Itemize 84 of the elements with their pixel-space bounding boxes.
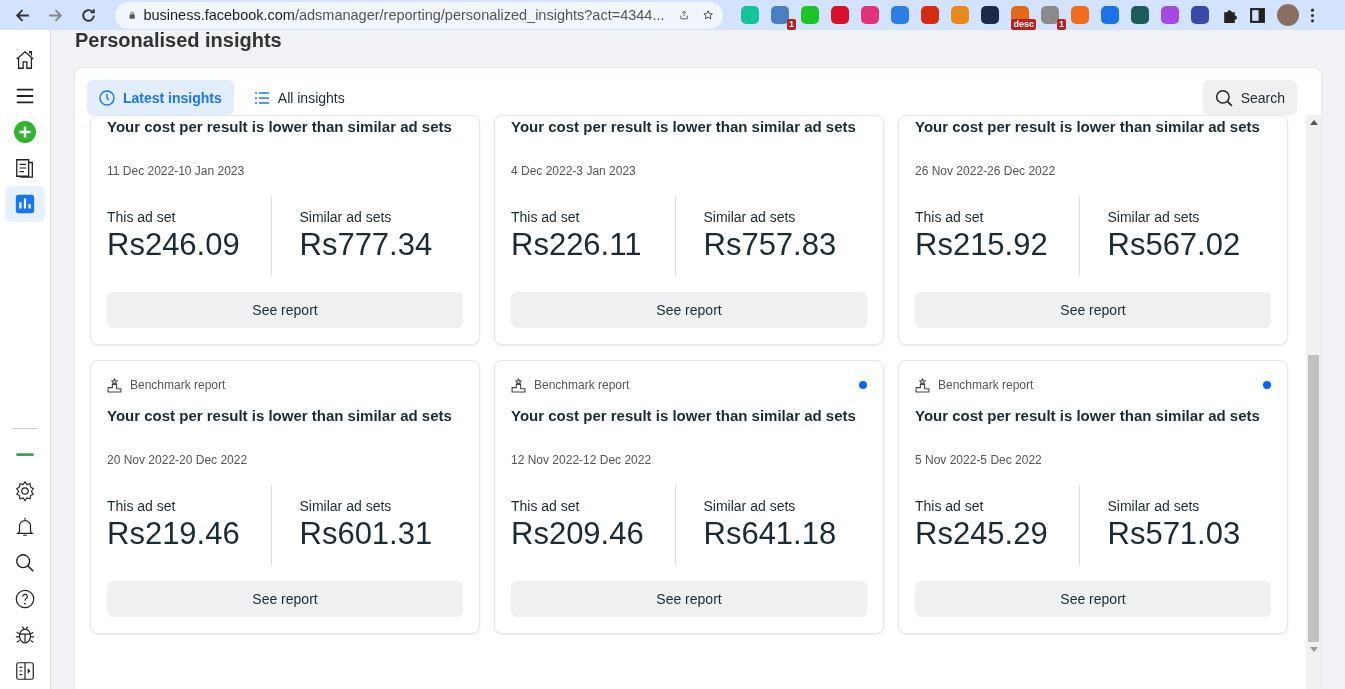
more-icon[interactable] (1310, 6, 1315, 24)
podium-icon (107, 377, 122, 393)
bell-icon[interactable] (14, 516, 36, 538)
address-bar[interactable]: business.facebook.com/adsmanager/reporting/personalized_insights?act=4344... (115, 1, 723, 29)
clock-icon (99, 89, 115, 106)
extension-icon[interactable] (1041, 5, 1059, 24)
plus-icon (14, 121, 36, 143)
bug-icon[interactable] (14, 624, 36, 646)
metric-value: Rs571.03 (1107, 516, 1242, 552)
tab[interactable]: All insights (241, 80, 357, 115)
see-report-button[interactable]: See report (915, 581, 1271, 617)
see-report-button[interactable]: See report (511, 292, 867, 328)
insight-title: Your cost per result is lower than similar ad sets (511, 406, 857, 426)
extension-badge: 1 (787, 18, 796, 30)
metric-value: Rs641.18 (703, 516, 838, 552)
metric-value: Rs777.34 (299, 227, 434, 263)
metric-value: Rs215.92 (915, 227, 1049, 263)
date-range: 26 Nov 2022-26 Dec 2022 (915, 164, 1057, 180)
metric-value: Rs219.46 (107, 516, 241, 552)
podium-icon (511, 377, 526, 393)
metric-value: Rs209.46 (511, 516, 645, 552)
see-report-button[interactable]: See report (107, 581, 463, 617)
report-type-label: Benchmark report (534, 378, 630, 392)
date-range: 20 Nov 2022-20 Dec 2022 (107, 453, 249, 469)
insight-title: Your cost per result is lower than similar ad sets (107, 406, 453, 426)
metric-label: Similar ad sets (1107, 498, 1201, 514)
home-icon (14, 49, 36, 71)
metric-label: Similar ad sets (299, 209, 393, 225)
metric-label: Similar ad sets (1107, 209, 1201, 225)
metric-label: This ad set (107, 498, 177, 514)
see-report-button[interactable]: See report (107, 292, 463, 328)
date-range: 4 Dec 2022-3 Jan 2023 (511, 164, 637, 180)
insight-title: Your cost per result is lower than similar ad sets (915, 406, 1261, 426)
see-report-button[interactable]: See report (511, 581, 867, 617)
metric-value: Rs567.02 (1107, 227, 1242, 263)
insight-title: Your cost per result is lower than similar ad sets (511, 117, 857, 137)
insight-title: Your cost per result is lower than similar ad sets (107, 117, 453, 137)
metric-label: This ad set (107, 209, 177, 225)
tab[interactable]: Latest insights (87, 80, 234, 115)
metric-label: Similar ad sets (703, 209, 797, 225)
help-icon[interactable] (14, 588, 36, 610)
report-type-label: Benchmark report (130, 378, 226, 392)
metric-label: This ad set (915, 209, 985, 225)
lock-icon (129, 9, 136, 21)
extension-badge: desc (1011, 18, 1036, 30)
url-text: business.facebook.com/adsmanager/reporting/personalized_insights?act=4344... (143, 7, 665, 23)
report-type-label: Benchmark report (938, 378, 1034, 392)
search-icon[interactable] (14, 552, 36, 574)
see-report-button[interactable]: See report (915, 292, 1271, 328)
metric-value: Rs246.09 (107, 227, 241, 263)
insight-title: Your cost per result is lower than similar ad sets (915, 117, 1261, 137)
metric-value: Rs226.11 (511, 227, 643, 263)
date-range: 11 Dec 2022-10 Jan 2023 (107, 164, 246, 180)
date-range: 12 Nov 2022-12 Dec 2022 (511, 453, 653, 469)
reload-icon[interactable] (80, 6, 97, 24)
extension-icon[interactable] (1131, 5, 1149, 24)
pages-icon (14, 157, 36, 179)
scrollbar[interactable] (1306, 115, 1321, 689)
metric-label: This ad set (511, 498, 581, 514)
settings-icon[interactable] (14, 480, 36, 502)
metric-value: Rs757.83 (703, 227, 838, 263)
chart-icon (14, 193, 36, 215)
logo-icon[interactable] (16, 452, 34, 458)
metric-label: Similar ad sets (299, 498, 393, 514)
metric-value: Rs245.29 (915, 516, 1049, 552)
podium-icon (915, 377, 930, 393)
metric-value: Rs601.31 (299, 516, 434, 552)
list-icon (253, 89, 270, 106)
panel-toggle-icon[interactable] (14, 660, 36, 682)
page-title: Personalised insights (75, 30, 283, 53)
date-range: 5 Nov 2022-5 Dec 2022 (915, 453, 1043, 469)
metric-label: This ad set (511, 209, 581, 225)
search-icon (1214, 88, 1233, 107)
extension-icon[interactable] (1191, 5, 1209, 24)
extension-badge: 1 (1057, 18, 1066, 30)
avatar[interactable] (1277, 4, 1299, 26)
search-button[interactable]: Search (1202, 80, 1297, 115)
star-icon[interactable] (702, 7, 713, 23)
side-panel-icon[interactable] (1249, 6, 1266, 24)
extension-icon[interactable] (981, 5, 999, 24)
scroll-up-icon[interactable] (1309, 120, 1318, 125)
metric-label: This ad set (915, 498, 985, 514)
extension-icon[interactable] (771, 5, 789, 24)
metric-label: Similar ad sets (703, 498, 797, 514)
